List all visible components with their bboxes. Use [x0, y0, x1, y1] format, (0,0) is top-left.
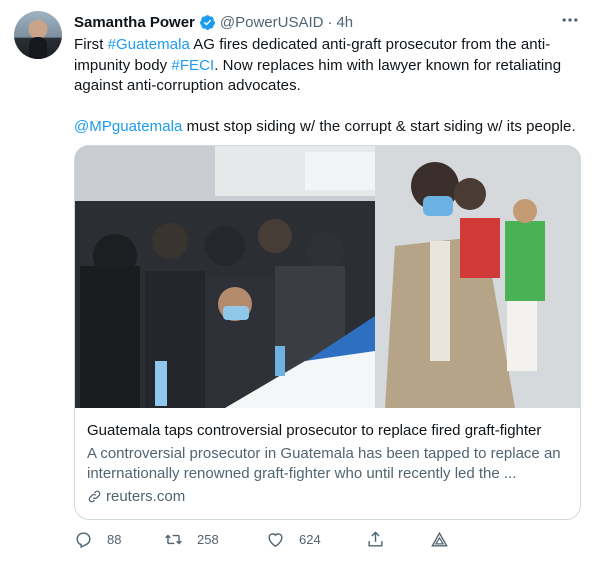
- analytics-button[interactable]: [430, 530, 463, 549]
- retweet-count: 258: [197, 532, 219, 547]
- reply-count: 88: [107, 532, 122, 547]
- more-options-icon[interactable]: [560, 10, 580, 30]
- avatar[interactable]: [14, 11, 62, 59]
- card-body: Guatemala taps controversial prosecutor …: [87, 421, 571, 505]
- reply-button[interactable]: 88: [74, 530, 121, 549]
- tweet-text: First #Guatemala AG fires dedicated anti…: [74, 35, 586, 137]
- reply-icon: [76, 532, 91, 549]
- tweet-header: Samantha Power @PowerUSAID · 4h: [74, 12, 353, 32]
- hashtag-feci[interactable]: #FECI: [171, 57, 214, 74]
- mention-mpguatemala[interactable]: @MPguatemala: [74, 118, 182, 135]
- tweet-paragraph-2: @MPguatemala must stop siding w/ the cor…: [74, 117, 586, 138]
- share-icon: [368, 531, 383, 547]
- analytics-icon: [431, 531, 448, 547]
- card-domain-text: reuters.com: [106, 488, 186, 505]
- like-count: 624: [299, 532, 321, 547]
- hashtag-guatemala[interactable]: #Guatemala: [108, 36, 190, 53]
- separator-dot: ·: [327, 13, 333, 31]
- card-description: A controversial prosecutor in Guatemala …: [87, 445, 561, 482]
- link-icon: [88, 490, 101, 503]
- link-preview-card[interactable]: Guatemala taps controversial prosecutor …: [74, 145, 581, 520]
- retweet-icon: [165, 534, 182, 545]
- retweet-button[interactable]: 258: [164, 530, 219, 549]
- verified-badge-icon: [199, 14, 215, 30]
- card-domain: reuters.com: [87, 488, 571, 505]
- author-name[interactable]: Samantha Power: [74, 14, 195, 31]
- news-photo[interactable]: [75, 146, 580, 408]
- action-bar: 88 258 624: [74, 530, 474, 554]
- share-button[interactable]: [366, 530, 399, 549]
- author-handle[interactable]: @PowerUSAID: [220, 14, 324, 31]
- tweet-text-segment: First: [74, 36, 108, 53]
- like-button[interactable]: 624: [266, 530, 321, 549]
- card-title[interactable]: Guatemala taps controversial prosecutor …: [87, 421, 571, 441]
- like-icon: [268, 533, 283, 548]
- tweet-paragraph-1: First #Guatemala AG fires dedicated anti…: [74, 35, 586, 97]
- tweet-timestamp[interactable]: 4h: [336, 14, 353, 31]
- tweet-text-segment: must stop siding w/ the corrupt & start …: [182, 117, 576, 135]
